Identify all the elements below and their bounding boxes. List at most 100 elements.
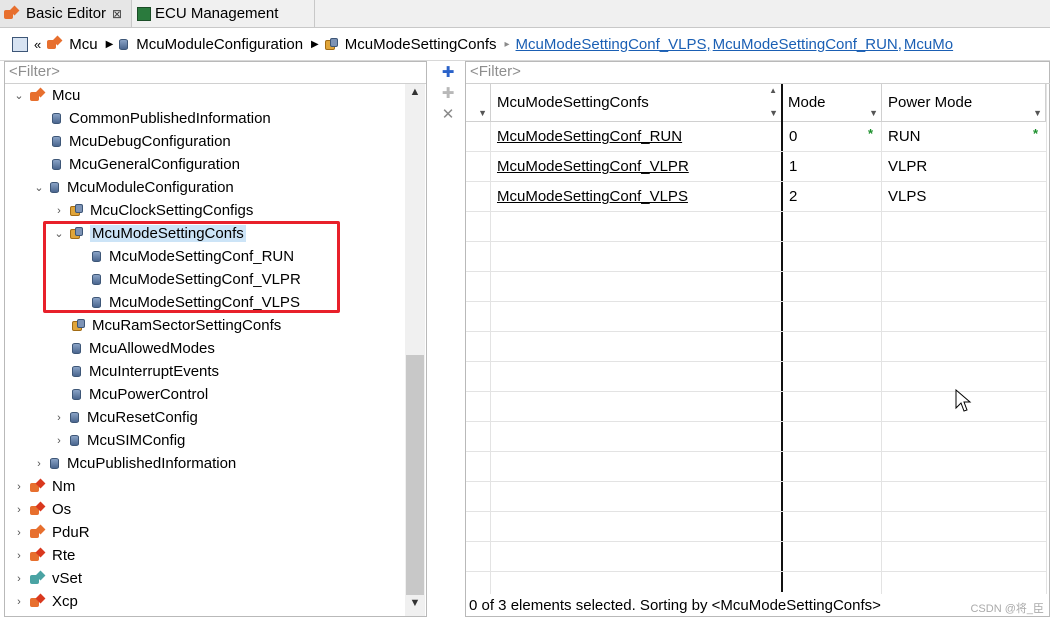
delete-icon[interactable]: ✕ [441, 107, 455, 122]
watermark: CSDN @将_臣 [970, 603, 1044, 615]
chevron-right-icon[interactable]: ▶ [311, 39, 319, 50]
breadcrumb-link-vlps[interactable]: McuModeSettingConf_VLPS, [516, 36, 711, 53]
tree-item-mcu-power-control[interactable]: McuPowerControl [72, 383, 208, 406]
chevron-right-icon[interactable]: › [12, 550, 26, 562]
mcu-module-icon [47, 37, 63, 51]
cell-power-mode[interactable]: VLPS [882, 182, 1046, 212]
vset-module-icon [30, 572, 46, 586]
cell-name[interactable]: McuModeSettingConf_VLPR [491, 152, 782, 182]
filter-icon[interactable]: ▼ [869, 108, 878, 118]
status-bar: 0 of 3 elements selected. Sorting by <Mc… [466, 594, 1050, 616]
column-header-name[interactable]: McuModeSettingConfs ▲ ▼ [491, 84, 782, 122]
chevron-right-icon[interactable]: › [12, 596, 26, 608]
module-error-icon [30, 480, 46, 494]
tab-label: ECU Management [155, 5, 279, 22]
tree-item-mcu-module-configuration[interactable]: ⌄ McuModuleConfiguration [32, 176, 233, 199]
mouse-cursor-icon [955, 389, 972, 412]
history-back-icon[interactable]: « [34, 37, 41, 52]
tree-item-mcu-general-configuration[interactable]: McuGeneralConfiguration [52, 153, 240, 176]
tree-item-mcu-sim-config[interactable]: › McuSIMConfig [52, 429, 185, 452]
tree-item-xcp[interactable]: › Xcp [12, 590, 78, 613]
required-marker-icon: * [1032, 126, 1038, 141]
tree-item-mcu[interactable]: ⌄ Mcu [12, 84, 80, 107]
annotation-highlight-box [43, 221, 340, 313]
list-container-icon [324, 37, 339, 51]
chevron-right-icon[interactable]: › [12, 504, 26, 516]
tab-ecu-management[interactable]: ECU Management [133, 0, 315, 27]
breadcrumb-item-mode-setting-confs[interactable]: McuModeSettingConfs [324, 36, 497, 53]
container-icon [70, 412, 79, 423]
scroll-up-icon[interactable]: ▲ [405, 86, 425, 98]
tree-view-icon[interactable] [12, 36, 28, 52]
container-icon [72, 343, 81, 354]
tree-item-os[interactable]: › Os [12, 498, 71, 521]
container-icon [52, 113, 61, 124]
breadcrumb-link-more[interactable]: McuMo [904, 36, 953, 53]
tree-item-common-published-information[interactable]: CommonPublishedInformation [52, 107, 271, 130]
chevron-right-icon[interactable]: › [52, 412, 66, 424]
module-warning-icon [30, 526, 46, 540]
list-container-icon [70, 204, 84, 217]
filter-icon[interactable]: ▼ [1033, 108, 1042, 118]
chevron-right-icon[interactable]: › [52, 205, 66, 217]
chevron-down-icon[interactable]: ⌄ [32, 181, 46, 194]
chevron-right-icon[interactable]: › [12, 527, 26, 539]
close-tab-icon[interactable]: ⊠ [112, 7, 122, 21]
cell-power-mode[interactable]: RUN * [882, 122, 1046, 152]
tree-item-vset[interactable]: › vSet [12, 567, 82, 590]
required-marker-icon: * [867, 126, 873, 141]
chevron-right-icon[interactable]: › [12, 481, 26, 493]
duplicate-icon[interactable]: ✚ [441, 86, 455, 101]
container-icon [50, 458, 59, 469]
tree-item-mcu-clock-setting-configs[interactable]: › McuClockSettingConfigs [52, 199, 253, 222]
cell-mode[interactable]: 2 [783, 182, 881, 212]
grid-line [1046, 84, 1047, 594]
chevron-right-icon[interactable]: ▸ [505, 39, 510, 50]
breadcrumb-link-run[interactable]: McuModeSettingConf_RUN, [713, 36, 902, 53]
column-header-mode[interactable]: Mode ▼ [782, 84, 882, 122]
cell-mode[interactable]: 0 * [783, 122, 881, 152]
chevron-right-icon[interactable]: ▶ [106, 39, 114, 50]
basic-editor-icon [4, 7, 20, 21]
container-icon [72, 366, 81, 377]
tree-item-rte[interactable]: › Rte [12, 544, 75, 567]
tree-item-pdur[interactable]: › PduR [12, 521, 89, 544]
ecu-management-icon [137, 6, 151, 21]
cell-mode[interactable]: 1 [783, 152, 881, 182]
cell-name[interactable]: McuModeSettingConf_VLPS [491, 182, 782, 212]
container-icon [52, 136, 61, 147]
chevron-right-icon[interactable]: › [12, 573, 26, 585]
table-row[interactable]: McuModeSettingConf_VLPR [491, 152, 782, 182]
container-icon [119, 38, 129, 50]
module-error-icon [30, 503, 46, 517]
column-header-power-mode[interactable]: Power Mode ▼ [882, 84, 1046, 122]
chevron-right-icon[interactable]: › [52, 435, 66, 447]
tree-item-mcu-published-information[interactable]: › McuPublishedInformation [32, 452, 236, 475]
tree-filter-input[interactable]: <Filter> [5, 62, 426, 84]
container-icon [72, 389, 81, 400]
container-icon [70, 435, 79, 446]
chevron-right-icon[interactable]: › [32, 458, 46, 470]
breadcrumb-item-mcu[interactable]: Mcu [47, 36, 98, 53]
tree-item-mcu-interrupt-events[interactable]: McuInterruptEvents [72, 360, 219, 383]
table-row[interactable]: McuModeSettingConf_VLPS [491, 182, 782, 212]
tab-label: Basic Editor [26, 5, 107, 22]
table-filter-input[interactable]: <Filter> [466, 62, 1050, 84]
tree-item-mcu-debug-configuration[interactable]: McuDebugConfiguration [52, 130, 231, 153]
tree-item-mcu-reset-config[interactable]: › McuResetConfig [52, 406, 198, 429]
add-icon[interactable]: ✚ [441, 65, 455, 80]
cell-power-mode[interactable]: VLPR [882, 152, 1046, 182]
tree-scrollbar-thumb[interactable] [406, 355, 424, 595]
chevron-down-icon[interactable]: ⌄ [12, 89, 26, 102]
tree-item-nm[interactable]: › Nm [12, 475, 75, 498]
filter-icon[interactable]: ▼ [478, 108, 487, 118]
cell-name[interactable]: McuModeSettingConf_RUN [491, 122, 782, 152]
module-error-icon [30, 595, 46, 609]
tree-item-mcu-allowed-modes[interactable]: McuAllowedModes [72, 337, 215, 360]
scroll-down-icon[interactable]: ▼ [405, 597, 425, 609]
filter-icon[interactable]: ▼ [769, 108, 778, 118]
tab-basic-editor[interactable]: Basic Editor ⊠ [0, 0, 132, 27]
tree-item-mcu-ram-sector-setting-confs[interactable]: McuRamSectorSettingConfs [72, 314, 281, 337]
table-row[interactable]: McuModeSettingConf_RUN [491, 122, 782, 152]
breadcrumb-item-module-configuration[interactable]: McuModuleConfiguration [119, 36, 303, 53]
